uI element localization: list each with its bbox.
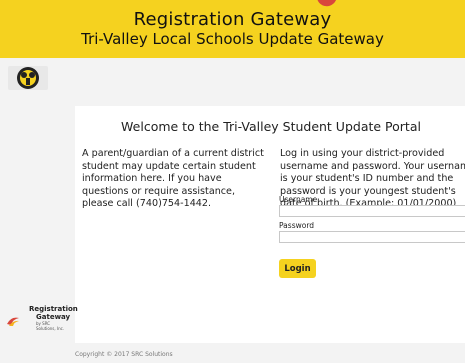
login-button[interactable]: Login — [279, 259, 316, 278]
gateway-logo-icon — [7, 317, 19, 326]
password-label: Password — [279, 221, 315, 230]
footer-brand-logo: Registration Gateway by SRC Solutions, I… — [3, 305, 78, 341]
footer-brand-by: by SRC Solutions, Inc. — [36, 321, 65, 331]
login-panel: Welcome to the Tri-Valley Student Update… — [75, 106, 465, 343]
username-label: Username — [279, 195, 318, 204]
app-subtitle: Tri-Valley Local Schools Update Gateway — [81, 30, 384, 48]
intro-text: A parent/guardian of a current district … — [82, 148, 264, 209]
panel-title: Welcome to the Tri-Valley Student Update… — [121, 119, 421, 134]
app-title: Registration Gateway — [133, 9, 332, 30]
username-input[interactable] — [279, 205, 465, 217]
app-header: Registration Gateway Tri-Valley Local Sc… — [0, 0, 465, 58]
footer-brand-line1: Registration — [29, 305, 78, 313]
school-seal-icon — [8, 66, 48, 90]
footer-brand-line2: Gateway — [36, 313, 71, 321]
password-input[interactable] — [279, 231, 465, 243]
copyright-text: Copyright © 2017 SRC Solutions — [75, 351, 173, 358]
header-swoosh-icon — [316, 0, 340, 9]
